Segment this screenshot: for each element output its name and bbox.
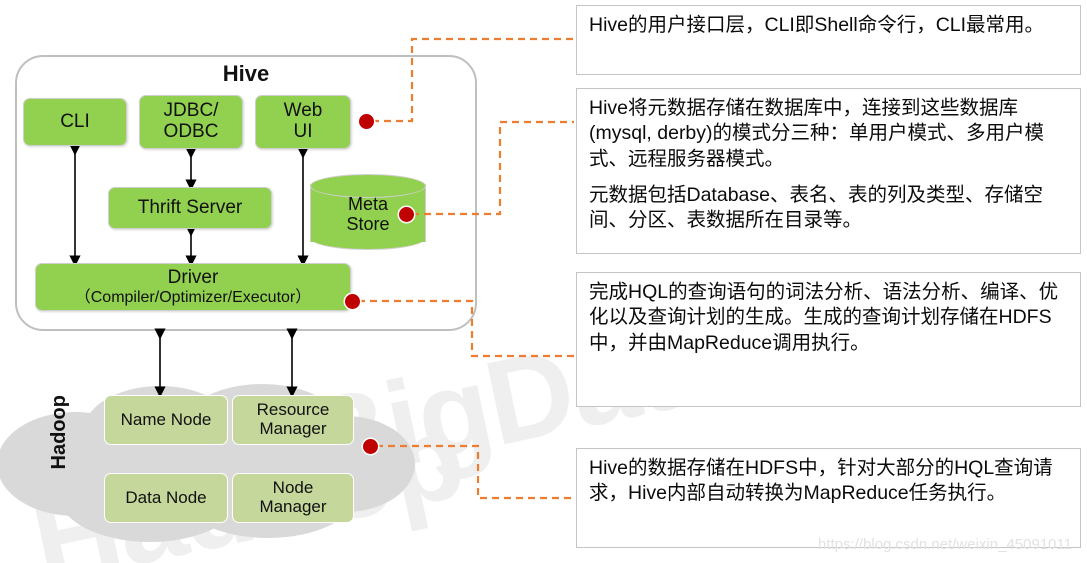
diagram-canvas: BigData Hadoop Hive (0, 0, 1087, 563)
callout-4-paragraph-1: Hive的数据存储在HDFS中，针对大部分的HQL查询请求，Hive内部自动转换… (589, 457, 1053, 505)
callout-1-paragraph-1: Hive的用户接口层，CLI即Shell命令行，CLI最常用。 (589, 14, 1045, 36)
callout-hadoop-storage-description: Hive的数据存储在HDFS中，针对大部分的HQL查询请求，Hive内部自动转换… (576, 448, 1081, 548)
connector-dot-user-interface[interactable] (359, 114, 374, 129)
callout-metastore-description: Hive将元数据存储在数据库中，连接到这些数据库(mysql, derby)的模… (576, 88, 1081, 254)
callout-driver-description: 完成HQL的查询语句的词法分析、语法分析、编译、优化以及查询计划的生成。生成的查… (576, 272, 1081, 407)
connector-dot-hadoop[interactable] (363, 439, 378, 454)
connector-dot-driver[interactable] (345, 294, 360, 309)
callout-2-paragraph-2: 元数据包括Database、表名、表的列及类型、存储空间、分区、表数据所在目录等… (589, 184, 1043, 232)
callout-2-paragraph-1: Hive将元数据存储在数据库中，连接到这些数据库(mysql, derby)的模… (589, 97, 1045, 170)
callout-3-paragraph-1: 完成HQL的查询语句的词法分析、语法分析、编译、优化以及查询计划的生成。生成的查… (589, 281, 1059, 354)
callout-user-interface-layer: Hive的用户接口层，CLI即Shell命令行，CLI最常用。 (576, 5, 1081, 75)
connector-dot-metastore[interactable] (399, 207, 414, 222)
